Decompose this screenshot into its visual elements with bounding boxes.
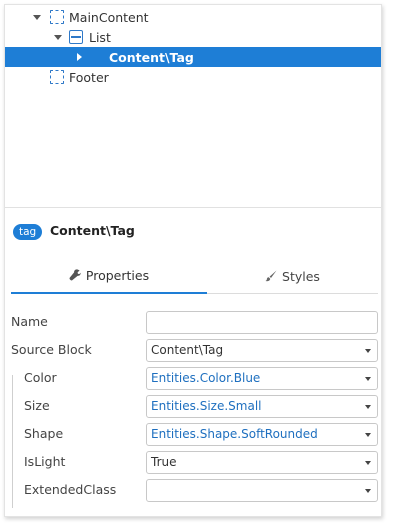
tab-label: Properties [85,267,150,283]
tree-item-maincontent[interactable]: MainContent [5,7,381,27]
property-row-name: Name [5,308,381,336]
property-label: Color [24,370,57,385]
wrench-icon [69,269,81,281]
chevron-down-icon [365,349,371,353]
select-value: Content\Tag [151,343,224,357]
property-row-shape: Shape Entities.Shape.SoftRounded [5,420,381,448]
tree-item-content-tag[interactable]: Content\Tag [5,47,381,67]
widget-type-badge: tag [13,224,43,240]
name-input[interactable] [146,311,378,334]
property-row-size: Size Entities.Size.Small [5,392,381,420]
extendedclass-select[interactable] [146,479,378,502]
property-label: IsLight [24,454,66,469]
tree-item-label: Content\Tag [109,49,194,65]
tab-properties[interactable]: Properties [11,258,207,294]
chevron-down-icon [365,405,371,409]
color-select[interactable]: Entities.Color.Blue [146,367,378,390]
expand-arrow-icon[interactable] [53,32,63,42]
select-value: True [151,455,177,469]
tree-item-footer[interactable]: Footer [5,67,381,87]
property-row-color: Color Entities.Color.Blue [5,364,381,392]
select-value: Entities.Shape.SoftRounded [151,427,318,441]
shape-select[interactable]: Entities.Shape.SoftRounded [146,423,378,446]
widget-tree-panel: MainContent List Content\Tag Footer tag … [4,4,382,517]
property-label: Shape [24,426,64,441]
property-row-extendedclass: ExtendedClass [5,476,381,504]
tree-item-label: MainContent [69,9,149,25]
collapse-arrow-icon[interactable] [74,52,84,62]
property-row-islight: IsLight True [5,448,381,476]
property-label: Size [24,398,50,413]
source-block-select[interactable]: Content\Tag [146,339,378,362]
property-label: Name [11,314,48,329]
tree-item-list[interactable]: List [5,27,381,47]
property-label: ExtendedClass [24,482,117,497]
tree-item-label: Footer [69,69,109,85]
expand-arrow-icon[interactable] [32,12,42,22]
tree-item-label: List [89,29,111,45]
chevron-down-icon [365,461,371,465]
select-value: Entities.Color.Blue [151,371,261,385]
divider [5,207,381,208]
brush-icon [265,270,277,282]
property-label: Source Block [11,342,92,357]
widget-title: Content\Tag [50,223,135,238]
select-value: Entities.Size.Small [151,399,262,413]
property-row-source-block: Source Block Content\Tag [5,336,381,364]
container-icon [50,10,64,24]
chevron-down-icon [365,377,371,381]
container-icon [50,70,64,84]
list-icon [69,30,83,44]
widget-tree: MainContent List Content\Tag Footer [5,5,381,207]
chevron-down-icon [365,489,371,493]
size-select[interactable]: Entities.Size.Small [146,395,378,418]
tab-label: Styles [282,268,320,284]
properties-tabs: Properties Styles [11,258,378,294]
chevron-down-icon [365,433,371,437]
islight-select[interactable]: True [146,451,378,474]
tab-styles[interactable]: Styles [207,258,378,294]
